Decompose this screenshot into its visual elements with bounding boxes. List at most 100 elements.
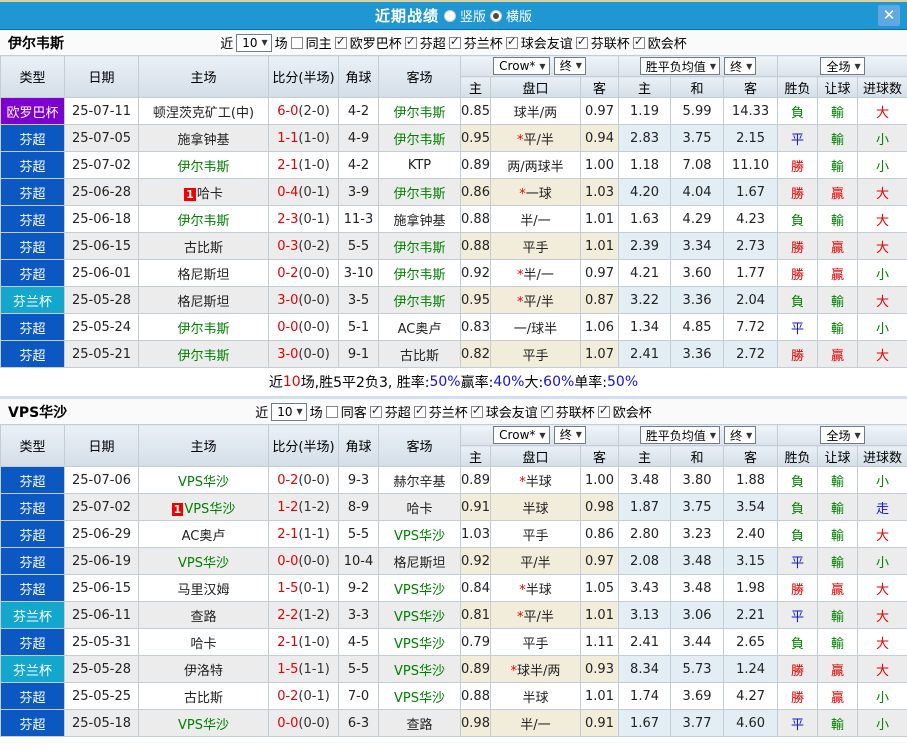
handicap-text: 一球 bbox=[525, 186, 552, 202]
half-time-score: (1-0) bbox=[298, 634, 330, 650]
avg-state-select[interactable]: 终 ▼ bbox=[724, 57, 757, 75]
away-team-name: 伊尔韦斯 bbox=[393, 105, 446, 121]
away-team-name: KTP bbox=[407, 157, 432, 173]
score-cell: 0-4(0-1) bbox=[268, 178, 339, 206]
filter-controls: 近10▼场同客芬超芬兰杯球会友谊芬联杯欧会杯 bbox=[255, 402, 652, 421]
score-cell: 1-5(1-1) bbox=[268, 655, 339, 683]
half-time-score: (0-0) bbox=[298, 319, 330, 335]
col-score: 比分(半场) bbox=[268, 55, 339, 98]
avg-state-select[interactable]: 终 ▼ bbox=[724, 426, 757, 444]
away-odds-cell: 0.91 bbox=[579, 709, 620, 737]
checkbox[interactable] bbox=[632, 34, 645, 49]
col-avg-draw: 和 bbox=[670, 76, 725, 98]
checkbox[interactable] bbox=[413, 403, 426, 418]
layout-radio[interactable] bbox=[443, 9, 456, 22]
league-cell: 芬超 bbox=[0, 340, 65, 368]
avg-draw-cell: 7.08 bbox=[670, 151, 725, 179]
match-count-select[interactable]: 10 ▼ bbox=[271, 402, 307, 421]
league-filter-label: 球会友谊 bbox=[485, 406, 538, 421]
bookmaker-select[interactable]: Crow* ▼ bbox=[493, 57, 550, 76]
handicap-cell: *半球 bbox=[490, 466, 581, 494]
half-time-score: (2-0) bbox=[298, 103, 330, 119]
away-odds-cell: 1.03 bbox=[579, 178, 620, 206]
summary-segment: 10 bbox=[282, 374, 301, 390]
avg-away-cell: 1.24 bbox=[723, 655, 779, 683]
checkbox[interactable] bbox=[505, 34, 518, 49]
col-odds-away: 客 bbox=[579, 445, 620, 467]
avg-draw-cell: 5.99 bbox=[670, 97, 725, 125]
odds-state-select[interactable]: 终 ▼ bbox=[553, 56, 586, 75]
home-odds-cell: 0.92 bbox=[460, 259, 491, 287]
corners-cell: 8-9 bbox=[338, 493, 379, 521]
scope-select[interactable]: 全场 ▼ bbox=[820, 57, 865, 75]
away-team-cell: 伊尔韦斯 bbox=[378, 178, 461, 206]
home-team-name: 哈卡 bbox=[196, 186, 223, 202]
league-filter-label: 球会友谊 bbox=[520, 37, 573, 52]
league-cell: 芬兰杯 bbox=[0, 286, 65, 314]
checkbox[interactable] bbox=[597, 403, 610, 418]
handicap-cell: 半球 bbox=[490, 682, 581, 710]
home-odds-cell: 0.95 bbox=[460, 124, 491, 152]
handicap-cell: 两/两球半 bbox=[490, 151, 581, 179]
home-odds-cell: 0.84 bbox=[460, 574, 491, 602]
result-cell: 負 bbox=[777, 520, 819, 548]
bookmaker-select[interactable]: Crow* ▼ bbox=[493, 426, 550, 445]
home-odds-cell: 0.79 bbox=[460, 628, 491, 656]
avg-draw-cell: 5.73 bbox=[670, 655, 725, 683]
odds-state-select[interactable]: 终 ▼ bbox=[553, 425, 586, 444]
avg-type-select[interactable]: 胜平负均值 ▼ bbox=[639, 426, 720, 444]
full-time-score: 0-2 bbox=[277, 472, 299, 488]
avg-home-cell: 2.80 bbox=[618, 520, 672, 548]
col-corners: 角球 bbox=[338, 424, 379, 467]
goals-result-cell: 小 bbox=[857, 682, 907, 710]
away-team-name: VPS华沙 bbox=[394, 582, 445, 598]
match-count-select[interactable]: 10 ▼ bbox=[236, 33, 272, 52]
date-cell: 25-06-11 bbox=[64, 601, 139, 629]
layout-radio[interactable] bbox=[490, 9, 502, 22]
avg-home-cell: 1.34 bbox=[618, 313, 672, 341]
home-team-cell: 伊尔韦斯 bbox=[138, 313, 269, 341]
handicap-cell: 平/半 bbox=[490, 547, 581, 575]
table-row: 芬超 25-06-29 AC奥卢 2-1(1-1) 5-5 VPS华沙 1.03 平手 0.86… bbox=[0, 520, 907, 548]
avg-type-select[interactable]: 胜平负均值 ▼ bbox=[639, 57, 720, 75]
scope-group-header: 全场 ▼ bbox=[777, 424, 907, 446]
home-team-cell: 顿涅茨克矿工(中) bbox=[138, 97, 269, 125]
handicap-cell: 平手 bbox=[490, 340, 581, 368]
checkbox[interactable] bbox=[575, 34, 588, 49]
col-odds-home: 主 bbox=[460, 445, 491, 467]
checkbox[interactable] bbox=[334, 34, 347, 49]
table-row: 芬超 25-05-21 伊尔韦斯 3-0(0-0) 9-1 古比斯 0.82 平手 1.07 2.… bbox=[0, 340, 907, 368]
full-time-score: 3-0 bbox=[277, 292, 299, 308]
checkbox[interactable] bbox=[369, 403, 382, 418]
col-handicap-result: 让球 bbox=[817, 76, 859, 98]
scope-select[interactable]: 全场 ▼ bbox=[820, 426, 865, 444]
home-team-name: 伊尔韦斯 bbox=[177, 213, 230, 229]
score-cell: 0-0(0-0) bbox=[268, 547, 339, 575]
date-cell: 25-06-19 bbox=[64, 547, 139, 575]
select-value: 10 bbox=[242, 35, 258, 50]
away-team-name: VPS华沙 bbox=[394, 663, 445, 679]
handicap-text: 平手 bbox=[522, 240, 549, 256]
avg-draw-cell: 3.69 bbox=[670, 682, 725, 710]
away-team-cell: KTP bbox=[378, 151, 461, 179]
avg-group-header: 胜平负均值 ▼ 终 ▼ bbox=[618, 424, 779, 446]
close-button[interactable]: ✕ bbox=[878, 5, 900, 26]
checkbox[interactable] bbox=[404, 34, 417, 49]
avg-home-cell: 3.43 bbox=[618, 574, 672, 602]
league-filter-label: 欧会杯 bbox=[612, 406, 652, 421]
checkbox[interactable] bbox=[540, 403, 553, 418]
handicap-cell: *平/半 bbox=[490, 124, 581, 152]
checkbox[interactable] bbox=[448, 34, 461, 49]
checkbox[interactable] bbox=[325, 405, 338, 418]
goals-result-cell: 小 bbox=[857, 124, 907, 152]
table-row: 芬超 25-07-05 施拿钟基 1-1(1-0) 4-9 伊尔韦斯 0.95 *平/半 0.9… bbox=[0, 124, 907, 152]
avg-home-cell: 2.41 bbox=[618, 340, 672, 368]
avg-home-cell: 4.20 bbox=[618, 178, 672, 206]
away-team-name: 古比斯 bbox=[399, 348, 439, 364]
away-team-cell: 伊尔韦斯 bbox=[378, 259, 461, 287]
checkbox[interactable] bbox=[470, 403, 483, 418]
home-team-name: 伊尔韦斯 bbox=[177, 348, 230, 364]
score-cell: 1-5(0-1) bbox=[268, 574, 339, 602]
checkbox[interactable] bbox=[290, 36, 303, 49]
team-name: VPS华沙 bbox=[8, 404, 68, 421]
